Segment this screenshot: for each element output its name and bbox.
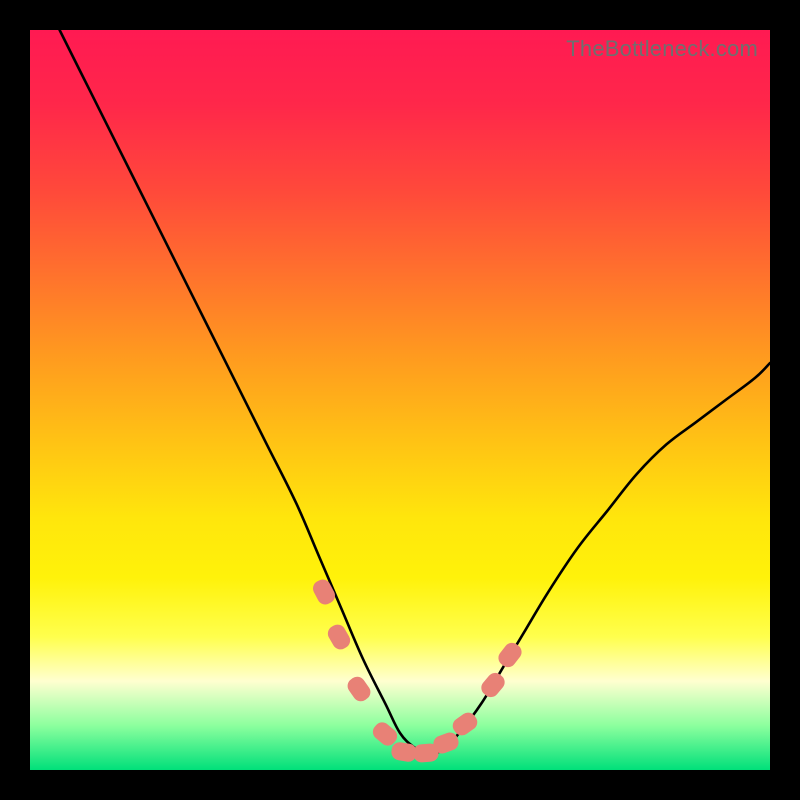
chart-frame: TheBottleneck.com: [0, 0, 800, 800]
watermark-label: TheBottleneck.com: [566, 36, 758, 62]
bottleneck-curve: [30, 30, 770, 770]
plot-area: TheBottleneck.com: [30, 30, 770, 770]
